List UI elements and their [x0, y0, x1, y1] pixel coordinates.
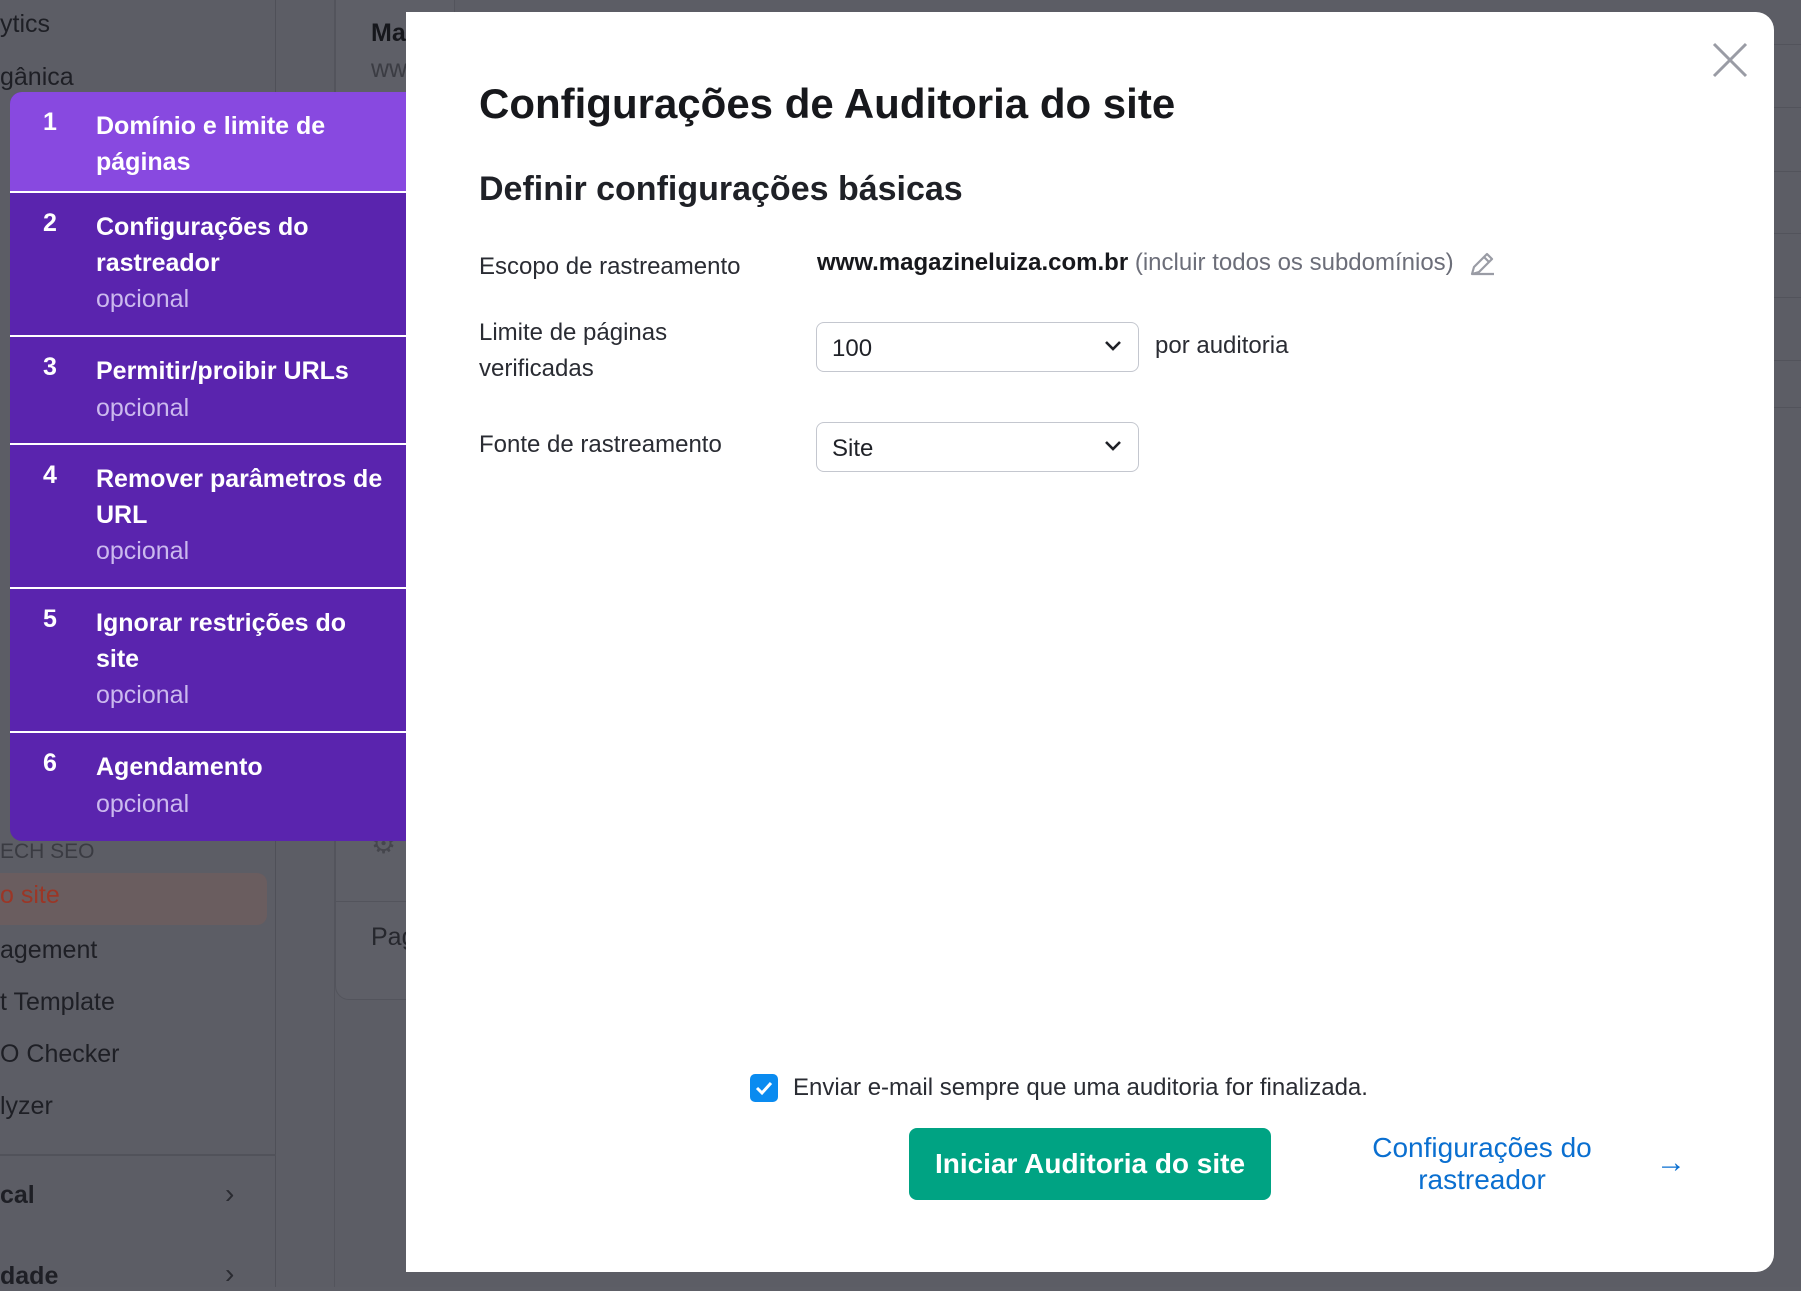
- step-optional: opcional: [96, 790, 190, 818]
- arrow-right-icon[interactable]: →: [1656, 1146, 1686, 1180]
- scope-value: www.magazineluiza.com.br (incluir todos …: [817, 249, 1496, 278]
- sidebar-group: cal: [0, 1181, 35, 1209]
- step-label: Domínio e limite de páginas: [96, 112, 326, 176]
- step-number: 2: [43, 209, 57, 237]
- sidebar-item: gânica: [0, 63, 74, 91]
- step-label: Configurações do rastreador: [96, 213, 309, 277]
- page-limit-select[interactable]: 100: [816, 322, 1139, 372]
- pencil-edit-icon[interactable]: [1468, 250, 1496, 278]
- chevron-right-icon: ›: [225, 1178, 235, 1209]
- step-number: 1: [43, 108, 57, 136]
- step-4[interactable]: 4 Remover parâmetros de URL opcional: [10, 445, 406, 589]
- step-optional: opcional: [96, 537, 190, 565]
- step-optional: opcional: [96, 285, 190, 313]
- step-optional: opcional: [96, 681, 190, 709]
- sidebar-item: O Checker: [0, 1040, 120, 1068]
- sidebar-item-active: o site: [0, 873, 267, 925]
- scope-label: Escopo de rastreamento: [479, 253, 741, 280]
- step-1[interactable]: 1 Domínio e limite de páginas: [10, 92, 406, 193]
- email-notification-label[interactable]: Enviar e-mail sempre que uma auditoria f…: [793, 1074, 1368, 1102]
- step-5[interactable]: 5 Ignorar restrições do site opcional: [10, 589, 406, 733]
- modal-title: Configurações de Auditoria do site: [479, 80, 1176, 127]
- step-number: 4: [43, 461, 57, 489]
- sidebar-section-label: ECH SEO: [0, 840, 95, 863]
- page-limit-label: Limite de páginas verificadas: [479, 319, 668, 382]
- page-limit-suffix: por auditoria: [1155, 332, 1289, 359]
- step-3[interactable]: 3 Permitir/proibir URLs opcional: [10, 337, 406, 445]
- step-number: 6: [43, 749, 57, 777]
- step-number: 5: [43, 605, 57, 633]
- card-subtitle: ww: [371, 55, 408, 83]
- step-optional: opcional: [96, 394, 190, 422]
- step-label: Ignorar restrições do site: [96, 609, 347, 673]
- sidebar-divider: [0, 1154, 276, 1156]
- step-number: 3: [43, 353, 57, 381]
- step-label: Permitir/proibir URLs: [96, 357, 349, 385]
- close-icon[interactable]: [1710, 40, 1750, 80]
- chevron-down-icon: [1105, 341, 1121, 351]
- step-2[interactable]: 2 Configurações do rastreador opcional: [10, 193, 406, 337]
- email-notification-checkbox[interactable]: [750, 1074, 778, 1102]
- sidebar-item: ytics: [0, 10, 50, 38]
- chevron-down-icon: [1105, 441, 1121, 451]
- sidebar-item: t Template: [0, 988, 115, 1016]
- step-label: Remover parâmetros de URL: [96, 465, 383, 529]
- crawl-source-value: Site: [832, 435, 874, 462]
- scope-domain: www.magazineluiza.com.br: [817, 249, 1129, 276]
- sidebar-item: agement: [0, 936, 98, 964]
- card-title: Ma: [371, 19, 406, 47]
- crawl-source-select[interactable]: Site: [816, 422, 1139, 472]
- page-limit-value: 100: [832, 335, 873, 362]
- crawler-settings-link[interactable]: Configurações do rastreador: [1338, 1132, 1626, 1196]
- site-audit-settings-modal: Configurações de Auditoria do site Defin…: [406, 12, 1774, 1272]
- checkmark-icon: [755, 1081, 773, 1096]
- scope-hint: (incluir todos os subdomínios): [1134, 249, 1454, 276]
- sidebar-item: lyzer: [0, 1092, 53, 1120]
- start-site-audit-button[interactable]: Iniciar Auditoria do site: [909, 1128, 1271, 1200]
- steps-panel: 1 Domínio e limite de páginas 2 Configur…: [10, 92, 406, 841]
- step-label: Agendamento: [96, 753, 263, 781]
- crawl-source-label: Fonte de rastreamento: [479, 431, 722, 458]
- chevron-right-icon: ›: [225, 1258, 235, 1289]
- step-6[interactable]: 6 Agendamento opcional: [10, 733, 406, 841]
- section-title: Definir configurações básicas: [479, 170, 963, 208]
